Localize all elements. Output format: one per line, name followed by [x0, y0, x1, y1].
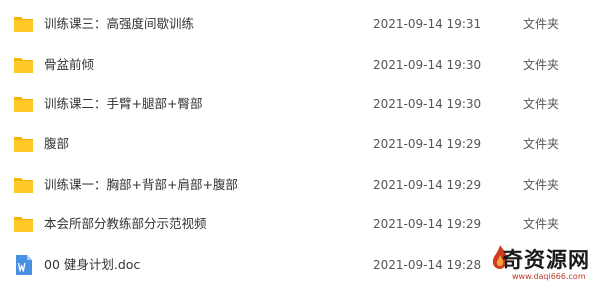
file-type: 文件夹	[523, 58, 560, 72]
file-row-2[interactable]: 训练课二：手臂+腿部+臀部 2021-09-14 19:30 文件夹	[0, 84, 597, 124]
file-type: 文件夹	[523, 17, 560, 31]
file-name[interactable]: 训练课三：高强度间歇训练	[44, 4, 194, 44]
file-list: 训练课三：高强度间歇训练 2021-09-14 19:31 文件夹 骨盆前倾 2…	[0, 0, 597, 289]
folder-icon	[13, 133, 34, 155]
file-type: 文件夹	[523, 137, 560, 151]
file-name[interactable]: 训练课二：手臂+腿部+臀部	[44, 84, 202, 124]
file-modified-time: 2021-09-14 19:28	[373, 258, 482, 272]
file-row-5[interactable]: 本会所部分教练部分示范视频 2021-09-14 19:29 文件夹	[0, 204, 597, 244]
file-row-0[interactable]: 训练课三：高强度间歇训练 2021-09-14 19:31 文件夹	[0, 4, 597, 44]
file-type: 文件夹	[523, 178, 560, 192]
folder-icon	[13, 13, 34, 35]
folder-icon	[13, 213, 34, 235]
watermark-url: www.daqi666.com	[512, 272, 586, 281]
file-name[interactable]: 腹部	[44, 124, 69, 164]
file-row-1[interactable]: 骨盆前倾 2021-09-14 19:30 文件夹	[0, 45, 597, 85]
file-name[interactable]: 训练课一：胸部+背部+肩部+腹部	[44, 165, 238, 205]
word-doc-icon	[13, 254, 34, 276]
file-row-3[interactable]: 腹部 2021-09-14 19:29 文件夹	[0, 124, 597, 164]
file-modified-time: 2021-09-14 19:29	[373, 217, 482, 231]
file-type: 文件夹	[523, 217, 560, 231]
folder-icon	[13, 174, 34, 196]
file-modified-time: 2021-09-14 19:30	[373, 58, 482, 72]
file-name[interactable]: 00 健身计划.doc	[44, 245, 140, 285]
folder-icon	[13, 54, 34, 76]
file-modified-time: 2021-09-14 19:29	[373, 178, 482, 192]
watermark-logo: 奇资源网 www.daqi666.com	[490, 242, 597, 289]
file-modified-time: 2021-09-14 19:30	[373, 97, 482, 111]
file-row-4[interactable]: 训练课一：胸部+背部+肩部+腹部 2021-09-14 19:29 文件夹	[0, 165, 597, 205]
file-type: 文件夹	[523, 97, 560, 111]
watermark-text: 奇资源网	[502, 247, 590, 272]
file-modified-time: 2021-09-14 19:29	[373, 137, 482, 151]
folder-icon	[13, 93, 34, 115]
file-name[interactable]: 本会所部分教练部分示范视频	[44, 204, 207, 244]
file-name[interactable]: 骨盆前倾	[44, 45, 94, 85]
file-modified-time: 2021-09-14 19:31	[373, 17, 482, 31]
